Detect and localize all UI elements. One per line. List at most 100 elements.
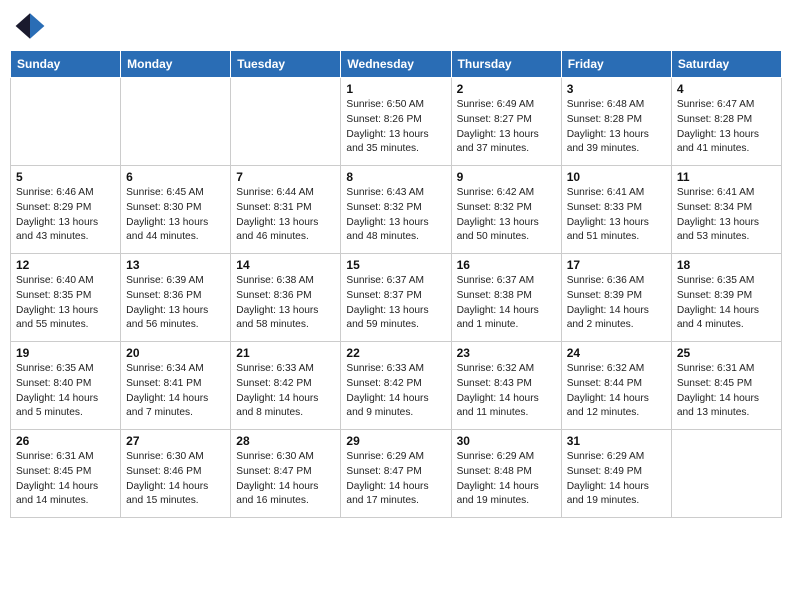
calendar-week-1: 1 Sunrise: 6:50 AMSunset: 8:26 PMDaylight…	[11, 78, 782, 166]
calendar-cell: 2 Sunrise: 6:49 AMSunset: 8:27 PMDaylight…	[451, 78, 561, 166]
day-number: 10	[567, 170, 666, 184]
day-info: Sunrise: 6:31 AMSunset: 8:45 PMDaylight:…	[677, 362, 776, 421]
day-number: 4	[677, 82, 776, 96]
day-info: Sunrise: 6:49 AMSunset: 8:27 PMDaylight:…	[457, 98, 556, 157]
day-info: Sunrise: 6:42 AMSunset: 8:32 PMDaylight:…	[457, 186, 556, 245]
day-info: Sunrise: 6:31 AMSunset: 8:45 PMDaylight:…	[16, 450, 115, 509]
calendar-header-wednesday: Wednesday	[341, 51, 451, 78]
day-number: 16	[457, 258, 556, 272]
day-number: 13	[126, 258, 225, 272]
calendar-cell: 9 Sunrise: 6:42 AMSunset: 8:32 PMDaylight…	[451, 166, 561, 254]
day-info: Sunrise: 6:43 AMSunset: 8:32 PMDaylight:…	[346, 186, 445, 245]
day-number: 14	[236, 258, 335, 272]
day-number: 31	[567, 434, 666, 448]
day-number: 24	[567, 346, 666, 360]
calendar-cell: 20 Sunrise: 6:34 AMSunset: 8:41 PMDayligh…	[121, 342, 231, 430]
calendar-cell: 5Sunrise: 6:46 AMSunset: 8:29 PMDaylight…	[11, 166, 121, 254]
calendar-header-sunday: Sunday	[11, 51, 121, 78]
calendar-header-thursday: Thursday	[451, 51, 561, 78]
day-info: Sunrise: 6:34 AMSunset: 8:41 PMDaylight:…	[126, 362, 225, 421]
day-info: Sunrise: 6:35 AMSunset: 8:39 PMDaylight:…	[677, 274, 776, 333]
day-number: 9	[457, 170, 556, 184]
calendar-header-saturday: Saturday	[671, 51, 781, 78]
day-number: 23	[457, 346, 556, 360]
day-number: 3	[567, 82, 666, 96]
day-number: 12	[16, 258, 115, 272]
day-number: 18	[677, 258, 776, 272]
day-number: 6	[126, 170, 225, 184]
day-info: Sunrise: 6:29 AMSunset: 8:47 PMDaylight:…	[346, 450, 445, 509]
day-info: Sunrise: 6:48 AMSunset: 8:28 PMDaylight:…	[567, 98, 666, 157]
calendar-week-3: 12Sunrise: 6:40 AMSunset: 8:35 PMDayligh…	[11, 254, 782, 342]
calendar-cell: 29 Sunrise: 6:29 AMSunset: 8:47 PMDayligh…	[341, 430, 451, 518]
day-number: 20	[126, 346, 225, 360]
calendar-header-tuesday: Tuesday	[231, 51, 341, 78]
calendar-cell	[671, 430, 781, 518]
calendar-cell: 21Sunrise: 6:33 AMSunset: 8:42 PMDayligh…	[231, 342, 341, 430]
calendar-cell: 31 Sunrise: 6:29 AMSunset: 8:49 PMDayligh…	[561, 430, 671, 518]
calendar-cell: 17Sunrise: 6:36 AMSunset: 8:39 PMDayligh…	[561, 254, 671, 342]
day-info: Sunrise: 6:36 AMSunset: 8:39 PMDaylight:…	[567, 274, 666, 333]
calendar-cell	[11, 78, 121, 166]
day-info: Sunrise: 6:32 AMSunset: 8:43 PMDaylight:…	[457, 362, 556, 421]
day-info: Sunrise: 6:29 AMSunset: 8:49 PMDaylight:…	[567, 450, 666, 509]
day-number: 19	[16, 346, 115, 360]
day-number: 11	[677, 170, 776, 184]
calendar-cell: 27 Sunrise: 6:30 AMSunset: 8:46 PMDayligh…	[121, 430, 231, 518]
day-number: 8	[346, 170, 445, 184]
calendar-cell: 10 Sunrise: 6:41 AMSunset: 8:33 PMDayligh…	[561, 166, 671, 254]
day-info: Sunrise: 6:37 AMSunset: 8:38 PMDaylight:…	[457, 274, 556, 333]
calendar-cell: 3 Sunrise: 6:48 AMSunset: 8:28 PMDaylight…	[561, 78, 671, 166]
calendar-cell: 19 Sunrise: 6:35 AMSunset: 8:40 PMDayligh…	[11, 342, 121, 430]
day-info: Sunrise: 6:41 AMSunset: 8:34 PMDaylight:…	[677, 186, 776, 245]
calendar-cell: 6 Sunrise: 6:45 AMSunset: 8:30 PMDaylight…	[121, 166, 231, 254]
day-number: 28	[236, 434, 335, 448]
day-info: Sunrise: 6:45 AMSunset: 8:30 PMDaylight:…	[126, 186, 225, 245]
calendar-week-4: 19 Sunrise: 6:35 AMSunset: 8:40 PMDayligh…	[11, 342, 782, 430]
page-header	[10, 10, 782, 42]
calendar-cell: 30Sunrise: 6:29 AMSunset: 8:48 PMDayligh…	[451, 430, 561, 518]
calendar-cell: 7 Sunrise: 6:44 AMSunset: 8:31 PMDaylight…	[231, 166, 341, 254]
calendar-header-row: SundayMondayTuesdayWednesdayThursdayFrid…	[11, 51, 782, 78]
day-info: Sunrise: 6:30 AMSunset: 8:47 PMDaylight:…	[236, 450, 335, 509]
day-number: 7	[236, 170, 335, 184]
calendar-cell: 28 Sunrise: 6:30 AMSunset: 8:47 PMDayligh…	[231, 430, 341, 518]
day-info: Sunrise: 6:32 AMSunset: 8:44 PMDaylight:…	[567, 362, 666, 421]
day-info: Sunrise: 6:33 AMSunset: 8:42 PMDaylight:…	[346, 362, 445, 421]
calendar-cell	[231, 78, 341, 166]
calendar-header-monday: Monday	[121, 51, 231, 78]
day-info: Sunrise: 6:35 AMSunset: 8:40 PMDaylight:…	[16, 362, 115, 421]
calendar-header-friday: Friday	[561, 51, 671, 78]
day-number: 27	[126, 434, 225, 448]
day-info: Sunrise: 6:41 AMSunset: 8:33 PMDaylight:…	[567, 186, 666, 245]
day-number: 29	[346, 434, 445, 448]
calendar-cell: 25 Sunrise: 6:31 AMSunset: 8:45 PMDayligh…	[671, 342, 781, 430]
day-info: Sunrise: 6:46 AMSunset: 8:29 PMDaylight:…	[16, 186, 115, 245]
day-number: 26	[16, 434, 115, 448]
day-number: 2	[457, 82, 556, 96]
calendar-cell: 22 Sunrise: 6:33 AMSunset: 8:42 PMDayligh…	[341, 342, 451, 430]
day-info: Sunrise: 6:50 AMSunset: 8:26 PMDaylight:…	[346, 98, 445, 157]
calendar-week-5: 26 Sunrise: 6:31 AMSunset: 8:45 PMDayligh…	[11, 430, 782, 518]
calendar-cell: 14 Sunrise: 6:38 AMSunset: 8:36 PMDayligh…	[231, 254, 341, 342]
day-info: Sunrise: 6:37 AMSunset: 8:37 PMDaylight:…	[346, 274, 445, 333]
day-info: Sunrise: 6:29 AMSunset: 8:48 PMDaylight:…	[457, 450, 556, 509]
calendar-week-2: 5Sunrise: 6:46 AMSunset: 8:29 PMDaylight…	[11, 166, 782, 254]
calendar-cell: 13Sunrise: 6:39 AMSunset: 8:36 PMDayligh…	[121, 254, 231, 342]
calendar-cell: 1 Sunrise: 6:50 AMSunset: 8:26 PMDaylight…	[341, 78, 451, 166]
calendar-cell: 4Sunrise: 6:47 AMSunset: 8:28 PMDaylight…	[671, 78, 781, 166]
day-number: 25	[677, 346, 776, 360]
calendar-cell: 11 Sunrise: 6:41 AMSunset: 8:34 PMDayligh…	[671, 166, 781, 254]
day-info: Sunrise: 6:44 AMSunset: 8:31 PMDaylight:…	[236, 186, 335, 245]
day-number: 22	[346, 346, 445, 360]
calendar-cell: 8 Sunrise: 6:43 AMSunset: 8:32 PMDaylight…	[341, 166, 451, 254]
day-number: 1	[346, 82, 445, 96]
day-info: Sunrise: 6:30 AMSunset: 8:46 PMDaylight:…	[126, 450, 225, 509]
logo-icon	[14, 10, 46, 42]
day-info: Sunrise: 6:33 AMSunset: 8:42 PMDaylight:…	[236, 362, 335, 421]
day-info: Sunrise: 6:38 AMSunset: 8:36 PMDaylight:…	[236, 274, 335, 333]
calendar-cell: 16 Sunrise: 6:37 AMSunset: 8:38 PMDayligh…	[451, 254, 561, 342]
calendar-cell: 26 Sunrise: 6:31 AMSunset: 8:45 PMDayligh…	[11, 430, 121, 518]
calendar-cell: 23 Sunrise: 6:32 AMSunset: 8:43 PMDayligh…	[451, 342, 561, 430]
calendar-cell	[121, 78, 231, 166]
